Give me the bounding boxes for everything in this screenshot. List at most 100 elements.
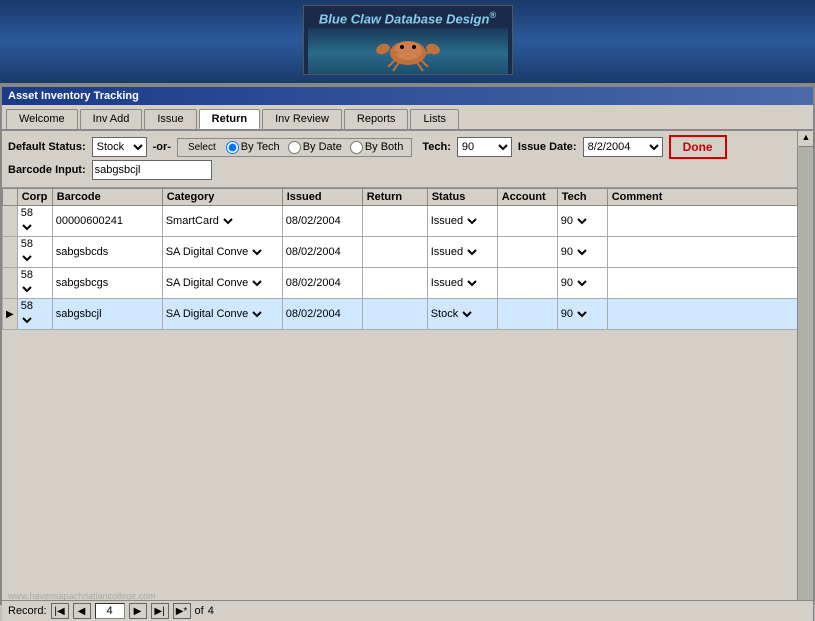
cell-account[interactable]: [497, 237, 557, 268]
by-both-radio-label[interactable]: By Both: [350, 141, 404, 154]
nav-next-btn[interactable]: ▶: [129, 603, 147, 619]
tab-issue[interactable]: Issue: [144, 109, 196, 129]
account-input[interactable]: [501, 308, 554, 320]
cell-return[interactable]: [362, 206, 427, 237]
status-dropdown[interactable]: ▼: [466, 275, 480, 291]
barcode-label: Barcode Input:: [8, 164, 86, 176]
corp-dropdown[interactable]: ▼: [21, 219, 35, 235]
cell-account[interactable]: [497, 299, 557, 330]
cell-account[interactable]: [497, 206, 557, 237]
account-input[interactable]: [501, 215, 554, 227]
table-container: Corp Barcode Category Issued Return Stat…: [2, 188, 813, 508]
return-input[interactable]: [366, 246, 424, 258]
account-input[interactable]: [501, 277, 554, 289]
by-tech-radio-label[interactable]: By Tech: [226, 141, 280, 154]
cat-dropdown[interactable]: ▼: [251, 244, 265, 260]
status-dropdown[interactable]: ▼: [461, 306, 475, 322]
default-status-select[interactable]: Stock Issued: [92, 137, 147, 157]
col-issued: Issued: [282, 189, 362, 206]
tech-dropdown[interactable]: ▼: [576, 275, 590, 291]
return-input[interactable]: [366, 277, 424, 289]
select-group: Select By Tech By Date By Both: [177, 138, 412, 157]
tech-dropdown[interactable]: ▼: [576, 306, 590, 322]
row-indicator: [3, 268, 18, 299]
main-content: Default Status: Stock Issued -or- Select…: [2, 131, 813, 621]
status-dropdown[interactable]: ▼: [466, 244, 480, 260]
cell-issued: 08/02/2004: [282, 268, 362, 299]
tab-inv-review[interactable]: Inv Review: [262, 109, 342, 129]
comment-input[interactable]: [611, 308, 809, 320]
by-both-label: By Both: [365, 141, 404, 153]
cell-account[interactable]: [497, 268, 557, 299]
toolbar-row-1: Default Status: Stock Issued -or- Select…: [8, 135, 807, 159]
by-tech-radio[interactable]: [226, 141, 239, 154]
corp-dropdown[interactable]: ▼: [21, 250, 35, 266]
row-indicator: ▶: [3, 299, 18, 330]
corp-dropdown[interactable]: ▼: [21, 312, 35, 328]
cat-dropdown[interactable]: ▼: [251, 306, 265, 322]
header-banner: Blue Claw Database Design®: [0, 0, 815, 85]
cell-comment[interactable]: [607, 237, 812, 268]
title-bar: Asset Inventory Tracking: [2, 87, 813, 105]
cell-return[interactable]: [362, 237, 427, 268]
record-total: 4: [208, 605, 214, 617]
cat-dropdown[interactable]: ▼: [251, 275, 265, 291]
cell-category: SmartCard ▼: [162, 206, 282, 237]
table-row: ▶ 58 ▼ sabgsbcjl SA Digital Conve ▼ 08/0…: [3, 299, 813, 330]
cell-return[interactable]: [362, 268, 427, 299]
tab-welcome[interactable]: Welcome: [6, 109, 78, 129]
cell-comment[interactable]: [607, 268, 812, 299]
nav-last-btn[interactable]: ▶|: [151, 603, 169, 619]
nav-new-btn[interactable]: ▶*: [173, 603, 191, 619]
done-button[interactable]: Done: [669, 135, 727, 159]
by-both-radio[interactable]: [350, 141, 363, 154]
issue-date-select[interactable]: 8/2/2004: [583, 137, 663, 157]
cell-comment[interactable]: [607, 206, 812, 237]
scrollbar-right[interactable]: ▲ ▼: [797, 131, 813, 621]
select-group-title: Select: [186, 142, 218, 153]
return-input[interactable]: [366, 215, 424, 227]
return-input[interactable]: [366, 308, 424, 320]
cell-category: SA Digital Conve ▼: [162, 268, 282, 299]
cell-barcode: sabgsbcds: [52, 237, 162, 268]
cell-return[interactable]: [362, 299, 427, 330]
tab-inv-add[interactable]: Inv Add: [80, 109, 143, 129]
col-comment: Comment: [607, 189, 812, 206]
logo-text: Blue Claw Database Design®: [308, 10, 508, 26]
row-indicator: [3, 237, 18, 268]
cat-dropdown[interactable]: ▼: [222, 213, 236, 229]
scroll-track: [798, 147, 813, 605]
record-current[interactable]: [95, 603, 125, 619]
tab-reports[interactable]: Reports: [344, 109, 409, 129]
status-dropdown[interactable]: ▼: [466, 213, 480, 229]
corp-dropdown[interactable]: ▼: [21, 281, 35, 297]
col-tech: Tech: [557, 189, 607, 206]
by-date-radio[interactable]: [288, 141, 301, 154]
account-input[interactable]: [501, 246, 554, 258]
comment-input[interactable]: [611, 246, 809, 258]
tab-return[interactable]: Return: [199, 109, 260, 129]
of-label: of: [195, 605, 204, 617]
tab-lists[interactable]: Lists: [410, 109, 459, 129]
cell-barcode: sabgsbcgs: [52, 268, 162, 299]
nav-prev-btn[interactable]: ◀: [73, 603, 91, 619]
comment-input[interactable]: [611, 277, 809, 289]
crab-icon: [368, 31, 448, 75]
cell-corp: 58 ▼: [17, 206, 52, 237]
row-indicator: [3, 206, 18, 237]
nav-first-btn[interactable]: |◀: [51, 603, 69, 619]
tech-dropdown[interactable]: ▼: [576, 213, 590, 229]
table-row: 58 ▼ 00000600241 SmartCard ▼ 08/02/2004 …: [3, 206, 813, 237]
cell-tech: 90 ▼: [557, 237, 607, 268]
by-date-radio-label[interactable]: By Date: [288, 141, 342, 154]
tech-select[interactable]: 90 91: [457, 137, 512, 157]
cell-corp: 58 ▼: [17, 237, 52, 268]
scroll-up-btn[interactable]: ▲: [798, 131, 814, 147]
cell-corp: 58 ▼: [17, 299, 52, 330]
barcode-input[interactable]: [92, 160, 212, 180]
logo-box: Blue Claw Database Design®: [303, 5, 513, 75]
tech-dropdown[interactable]: ▼: [576, 244, 590, 260]
cell-issued: 08/02/2004: [282, 206, 362, 237]
cell-comment[interactable]: [607, 299, 812, 330]
comment-input[interactable]: [611, 215, 809, 227]
